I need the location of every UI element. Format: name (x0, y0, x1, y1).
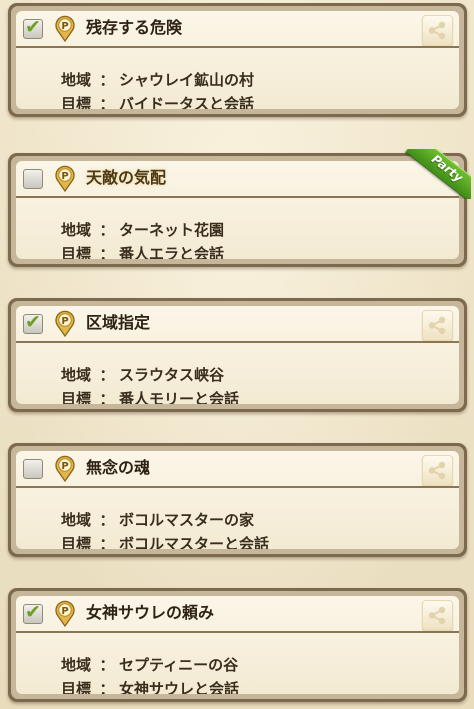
quest-list: ✔ P 残存する危険 地域 ： シャウレイ鉱山の村 目標 ： バイドータスと会話… (0, 0, 474, 709)
svg-text:P: P (61, 461, 68, 472)
svg-text:P: P (61, 21, 68, 32)
quest-region-row: 地域：セプティニーの谷 (61, 656, 239, 674)
party-label: Party (428, 151, 466, 185)
check-icon: ✔ (25, 311, 41, 333)
quest-tracking-checkbox[interactable]: ✔ (23, 16, 43, 39)
share-icon (428, 316, 446, 335)
divider (16, 46, 459, 48)
quest-title: 無念の魂 (86, 458, 151, 477)
svg-text:P: P (61, 316, 68, 327)
quest-title: 区域指定 (86, 313, 151, 332)
quest-header: P 天敵の気配 (16, 161, 459, 196)
share-button[interactable] (422, 15, 453, 46)
region-value: セプティニーの谷 (119, 656, 239, 674)
share-icon (428, 606, 446, 625)
region-label: 地域 (61, 71, 92, 89)
divider (16, 196, 459, 198)
region-value: ターネット花園 (119, 221, 225, 239)
check-icon: ✔ (25, 16, 41, 38)
share-icon (428, 461, 446, 480)
region-value: シャウレイ鉱山の村 (119, 71, 255, 89)
quest-region-row: 地域：スラウタス峡谷 (61, 366, 225, 384)
objective-value: 番人モリーと会話 (119, 390, 240, 404)
quest-card[interactable]: ✔ P 区域指定 地域 ： スラウタス峡谷 目標 ： 番人モリーと会話 (8, 298, 467, 412)
objective-value: ボコルマスターと会話 (119, 535, 270, 549)
quest-header: ✔ P 残存する危険 (16, 11, 459, 46)
quest-header: ✔ P 女神サウレの頼み (16, 596, 459, 631)
objective-label: 目標 (61, 390, 92, 404)
objective-label: 目標 (61, 95, 92, 109)
check-icon: ✔ (25, 601, 41, 623)
quest-card[interactable]: ✔ P 女神サウレの頼み 地域 ： セプティニーの谷 目標 ： 女神サウレと会話 (8, 588, 467, 702)
quest-header: P 無念の魂 (16, 451, 459, 486)
region-label: 地域 (61, 511, 92, 529)
objective-value: 女神サウレと会話 (119, 680, 240, 694)
objective-value: 番人エラと会話 (119, 245, 225, 259)
divider (16, 631, 459, 633)
quest-objective-row: 目標：女神サウレと会話 (61, 680, 239, 694)
quest-card[interactable]: ✔ P 残存する危険 地域 ： シャウレイ鉱山の村 目標 ： バイドータスと会話 (8, 3, 467, 117)
quest-tracking-checkbox[interactable]: ✔ (23, 311, 43, 334)
quest-card[interactable]: P 天敵の気配 地域：ターネット花園 目標：番人エラと会話 Party (8, 149, 471, 267)
region-value: ボコルマスターの家 (119, 511, 255, 529)
share-icon (428, 21, 446, 40)
share-button[interactable] (422, 600, 453, 631)
region-label: 地域 (61, 366, 92, 384)
divider (16, 341, 459, 343)
quest-header: ✔ P 区域指定 (16, 306, 459, 341)
region-label: 地域 (61, 656, 92, 674)
quest-tracking-checkbox[interactable] (23, 459, 43, 479)
quest-title: 残存する危険 (86, 18, 183, 37)
p-pin-icon: P (55, 165, 75, 192)
quest-title: 天敵の気配 (86, 168, 167, 187)
quest-objective-row: 目標：ボコルマスターと会話 (61, 535, 269, 549)
divider (16, 486, 459, 488)
quest-card[interactable]: P 無念の魂 地域：ボコルマスターの家 目標 ： ボコルマスターと会話 (8, 443, 467, 557)
objective-label: 目標 (61, 535, 92, 549)
p-pin-icon: P (55, 310, 75, 337)
svg-text:P: P (61, 171, 68, 182)
quest-title: 女神サウレの頼み (86, 603, 215, 622)
p-pin-icon: P (55, 455, 75, 482)
quest-tracking-checkbox[interactable]: ✔ (23, 601, 43, 624)
p-pin-icon: P (55, 15, 75, 42)
svg-text:P: P (61, 606, 68, 617)
quest-region-row: 地域：シャウレイ鉱山の村 (61, 71, 255, 89)
quest-region-row: 地域：ボコルマスターの家 (61, 511, 255, 529)
objective-label: 目標 (61, 245, 92, 259)
region-label: 地域 (61, 221, 92, 239)
quest-tracking-checkbox[interactable] (23, 169, 43, 189)
share-button[interactable] (422, 310, 453, 341)
quest-objective-row: 目標：番人エラと会話 (61, 245, 224, 259)
quest-region-row: 地域：ターネット花園 (61, 221, 225, 239)
p-pin-icon: P (55, 600, 75, 627)
party-ribbon: Party (401, 149, 471, 199)
objective-value: バイドータスと会話 (119, 95, 255, 109)
region-value: スラウタス峡谷 (119, 366, 225, 384)
share-button[interactable] (422, 455, 453, 486)
quest-objective-row: 目標：バイドータスと会話 (61, 95, 254, 109)
objective-label: 目標 (61, 680, 92, 694)
quest-objective-row: 目標：番人モリーと会話 (61, 390, 239, 404)
